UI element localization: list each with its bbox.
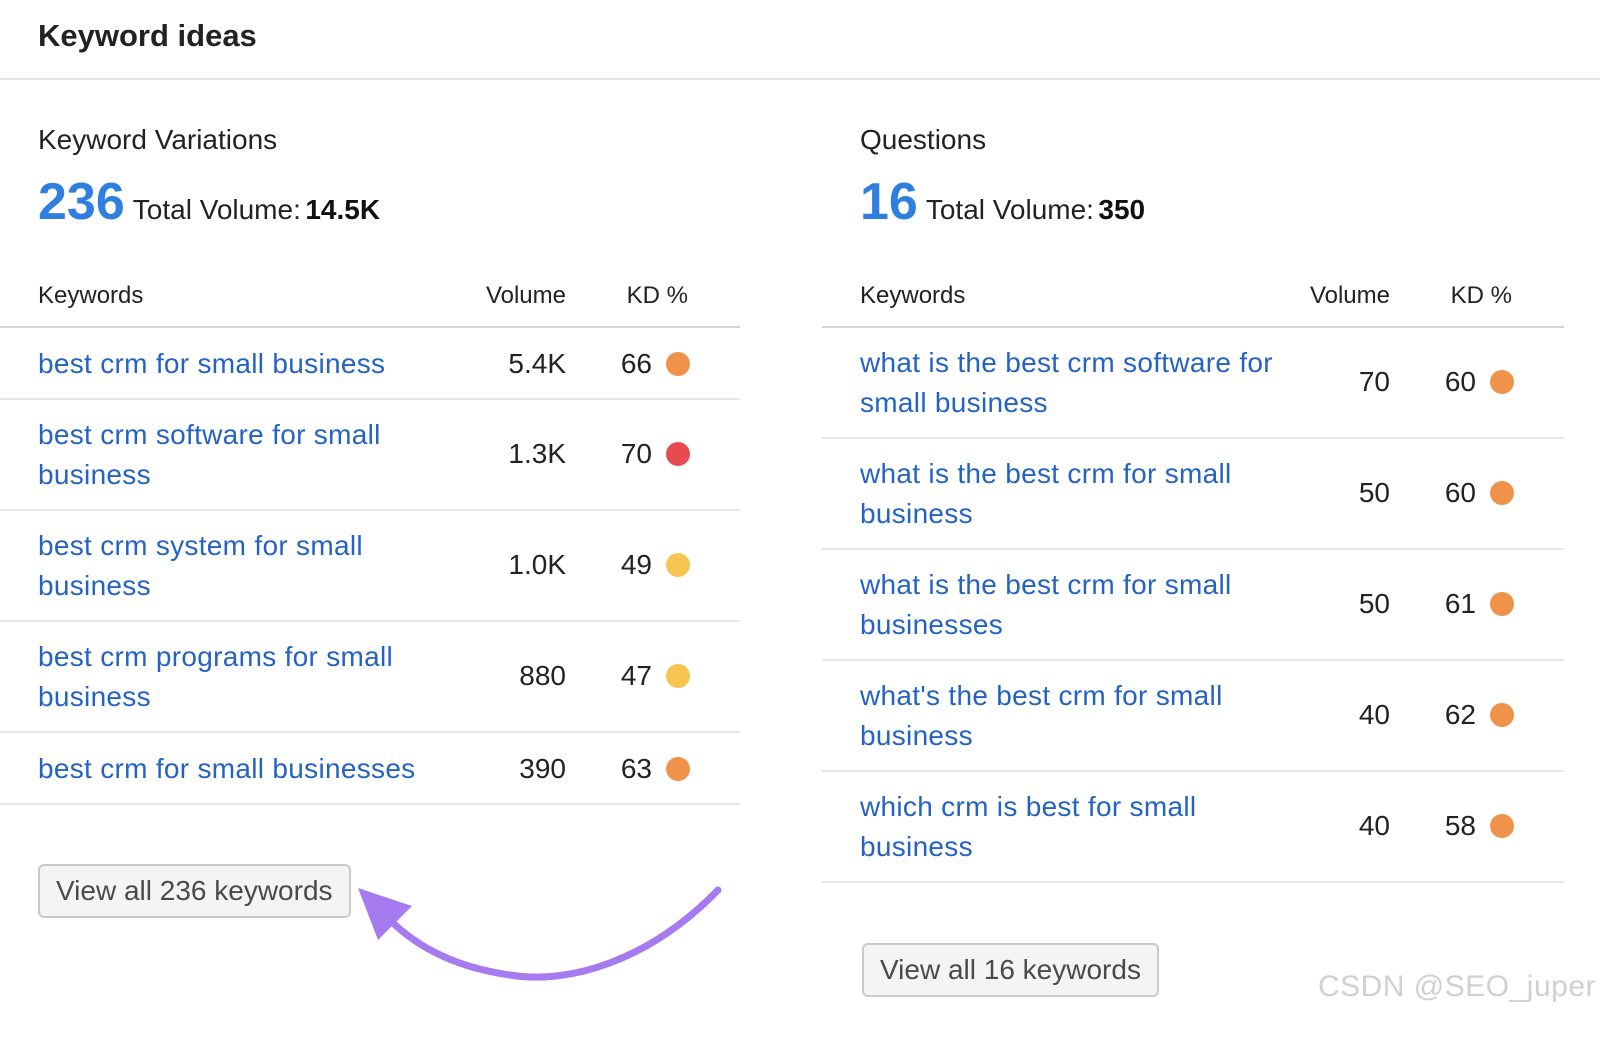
kd-indicator-dot — [1490, 814, 1514, 838]
volume-value: 40 — [1358, 699, 1390, 730]
table-row: best crm system for small business 1.0K … — [0, 511, 740, 622]
table-row: what is the best crm for small business … — [822, 439, 1564, 550]
variations-count[interactable]: 236 — [38, 173, 125, 231]
volume-value: 5.4K — [508, 348, 566, 379]
questions-table: Keywords Volume KD % what is the best cr… — [822, 272, 1564, 883]
keyword-link[interactable]: which crm is best for small business — [860, 787, 1280, 867]
volume-value: 70 — [1358, 366, 1390, 397]
kd-indicator-dot — [666, 352, 690, 376]
view-all-questions-button[interactable]: View all 16 keywords — [862, 943, 1159, 997]
column-keywords: Keywords — [860, 282, 966, 309]
kd-value: 66 — [620, 348, 652, 379]
annotation-arrow-icon — [358, 886, 722, 981]
kd-value: 63 — [620, 753, 652, 784]
volume-value: 50 — [1358, 588, 1390, 619]
table-row: best crm programs for small business 880… — [0, 622, 740, 733]
table-row: which crm is best for small business 40 … — [822, 772, 1564, 883]
watermark: CSDN @SEO_juper — [1317, 970, 1596, 1003]
kd-indicator-dot — [1490, 370, 1514, 394]
volume-value: 40 — [1358, 810, 1390, 841]
kd-value: 58 — [1444, 810, 1476, 841]
table-row: best crm for small businesses 390 63 — [0, 733, 740, 805]
kd-value: 70 — [620, 438, 652, 469]
table-header: Keywords Volume KD % — [822, 272, 1564, 328]
keyword-link[interactable]: best crm for small business — [38, 344, 458, 384]
kd-indicator-dot — [666, 757, 690, 781]
kd-value: 60 — [1444, 477, 1476, 508]
keyword-link[interactable]: best crm programs for small business — [38, 637, 458, 717]
kd-indicator-dot — [1490, 481, 1514, 505]
kd-value: 60 — [1444, 366, 1476, 397]
column-volume: Volume — [1309, 282, 1390, 309]
view-all-variations-button[interactable]: View all 236 keywords — [38, 864, 351, 918]
volume-value: 1.3K — [508, 438, 566, 469]
volume-value: 1.0K — [508, 549, 566, 580]
questions-count[interactable]: 16 — [860, 173, 918, 231]
keyword-link[interactable]: what is the best crm for small businesse… — [860, 565, 1280, 645]
volume-value: 390 — [519, 753, 566, 784]
table-row: what is the best crm for small businesse… — [822, 550, 1564, 661]
keyword-link[interactable]: best crm software for small business — [38, 415, 458, 495]
kd-value: 47 — [620, 660, 652, 691]
table-header: Keywords Volume KD % — [0, 272, 740, 328]
panel-title: Keyword Variations — [38, 124, 278, 155]
column-kd: KD % — [626, 282, 688, 309]
table-row: best crm for small business 5.4K 66 — [0, 328, 740, 400]
total-volume-label: Total Volume: — [925, 194, 1094, 225]
kd-value: 61 — [1444, 588, 1476, 619]
kd-value: 49 — [620, 549, 652, 580]
arrow-curve — [386, 886, 722, 981]
column-kd: KD % — [1450, 282, 1512, 309]
kd-indicator-dot — [1490, 703, 1514, 727]
keyword-link[interactable]: what's the best crm for small business — [860, 676, 1280, 756]
table-row: best crm software for small business 1.3… — [0, 400, 740, 511]
panel-summary: 16 Total Volume: 350 — [860, 172, 1145, 232]
keyword-link[interactable]: what is the best crm software for small … — [860, 343, 1280, 423]
keyword-variations-table: Keywords Volume KD % best crm for small … — [0, 272, 740, 805]
kd-indicator-dot — [666, 553, 690, 577]
page-header: Keyword ideas — [0, 0, 1600, 80]
page-title: Keyword ideas — [38, 18, 257, 53]
column-volume: Volume — [485, 282, 566, 309]
panel-title: Questions — [860, 124, 987, 155]
kd-value: 62 — [1444, 699, 1476, 730]
keyword-link[interactable]: best crm for small businesses — [38, 749, 498, 789]
kd-indicator-dot — [1490, 592, 1514, 616]
total-volume-value: 14.5K — [305, 194, 381, 225]
volume-value: 50 — [1358, 477, 1390, 508]
keyword-link[interactable]: what is the best crm for small business — [860, 454, 1280, 534]
kd-indicator-dot — [666, 442, 690, 466]
kd-indicator-dot — [666, 664, 690, 688]
table-row: what's the best crm for small business 4… — [822, 661, 1564, 772]
column-keywords: Keywords — [38, 282, 144, 309]
panel-summary: 236 Total Volume: 14.5K — [38, 172, 380, 232]
volume-value: 880 — [519, 660, 566, 691]
total-volume-label: Total Volume: — [132, 194, 301, 225]
table-row: what is the best crm software for small … — [822, 328, 1564, 439]
keyword-link[interactable]: best crm system for small business — [38, 526, 458, 606]
total-volume-value: 350 — [1098, 194, 1146, 225]
